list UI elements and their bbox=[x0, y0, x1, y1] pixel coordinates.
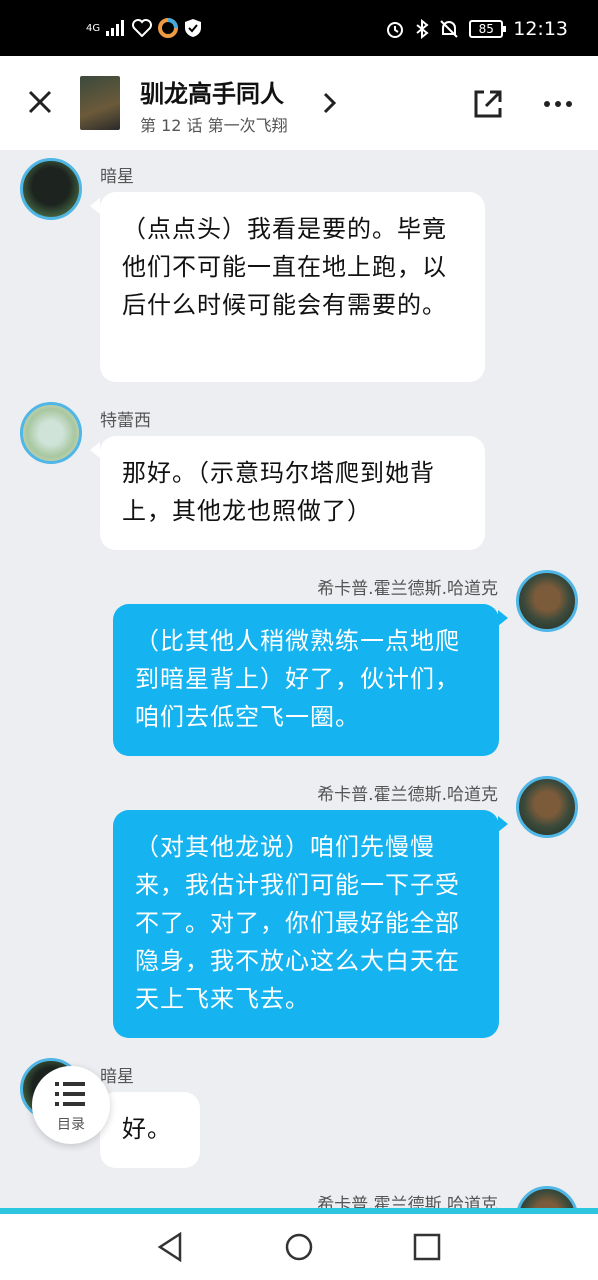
signal-icon bbox=[106, 20, 125, 36]
app-icon bbox=[158, 18, 179, 38]
avatar[interactable] bbox=[516, 1186, 578, 1208]
list-icon bbox=[55, 1082, 85, 1106]
health-icon bbox=[132, 19, 153, 37]
status-left: 4G bbox=[86, 18, 202, 38]
sender-name: 暗星 bbox=[100, 167, 134, 187]
chat-area[interactable]: 暗星 （点点头）我看是要的。毕竟他们不可能一直在地上跑，以后什么时候可能会有需要… bbox=[0, 150, 598, 1208]
sender-name: 特蕾西 bbox=[100, 411, 151, 431]
message-bubble: （对其他龙说）咱们先慢慢来，我估计我们可能一下子受不了。对了，你们最好能全部隐身… bbox=[113, 810, 499, 1038]
sender-name: 希卡普.霍兰德斯.哈道克 bbox=[317, 1195, 498, 1208]
message-bubble: （点点头）我看是要的。毕竟他们不可能一直在地上跑，以后什么时候可能会有需要的。 bbox=[100, 192, 485, 382]
alarm-icon bbox=[387, 22, 404, 38]
message-bubble: 那好。（示意玛尔塔爬到她背上，其他龙也照做了） bbox=[100, 436, 485, 550]
mute-icon bbox=[440, 20, 458, 38]
sender-name: 希卡普.霍兰德斯.哈道克 bbox=[317, 785, 498, 805]
back-icon[interactable] bbox=[154, 1230, 188, 1264]
clock: 12:13 bbox=[513, 18, 568, 40]
toc-label: 目录 bbox=[57, 1117, 85, 1133]
book-title[interactable]: 驯龙高手同人 bbox=[140, 74, 284, 109]
status-bar: 4G 85 12:13 bbox=[0, 0, 598, 56]
chapter-subtitle[interactable]: 第 12 话 第一次飞翔 bbox=[140, 112, 288, 136]
sender-name: 希卡普.霍兰德斯.哈道克 bbox=[317, 579, 498, 599]
bubble-tail bbox=[498, 610, 508, 626]
battery-icon: 85 bbox=[469, 20, 507, 38]
reader-header: 驯龙高手同人 第 12 话 第一次飞翔 bbox=[0, 56, 598, 150]
shield-icon bbox=[185, 19, 202, 37]
book-cover[interactable] bbox=[80, 76, 120, 130]
message-bubble: （比其他人稍微熟练一点地爬到暗星背上）好了，伙计们，咱们去低空飞一圈。 bbox=[113, 604, 499, 756]
avatar[interactable] bbox=[516, 776, 578, 838]
sender-name: 暗星 bbox=[100, 1067, 134, 1087]
home-icon[interactable] bbox=[282, 1230, 316, 1264]
share-icon[interactable] bbox=[470, 86, 506, 122]
toc-button[interactable]: 目录 bbox=[32, 1066, 110, 1144]
network-label: 4G bbox=[86, 22, 101, 34]
bubble-tail bbox=[90, 198, 100, 214]
recents-icon[interactable] bbox=[410, 1230, 444, 1264]
message-bubble: 好。 bbox=[100, 1092, 200, 1168]
bubble-tail bbox=[90, 442, 100, 458]
chevron-right-icon[interactable] bbox=[320, 90, 340, 116]
bluetooth-icon bbox=[416, 19, 429, 39]
system-nav-bar bbox=[0, 1214, 598, 1280]
more-icon[interactable] bbox=[540, 86, 576, 122]
avatar[interactable] bbox=[20, 402, 82, 464]
avatar[interactable] bbox=[516, 570, 578, 632]
bubble-tail bbox=[498, 816, 508, 832]
status-right: 85 12:13 bbox=[385, 18, 568, 40]
close-icon[interactable] bbox=[24, 86, 56, 118]
avatar[interactable] bbox=[20, 158, 82, 220]
